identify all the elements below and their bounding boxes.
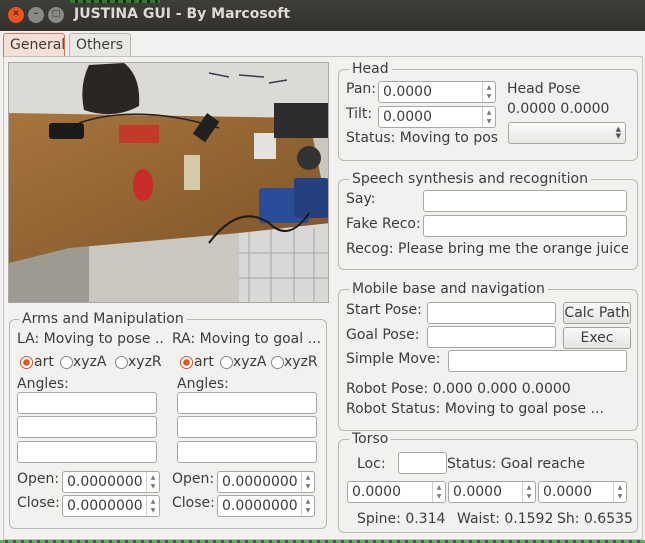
camera-view xyxy=(8,62,329,303)
right-arm-status: RA: Moving to goal ... xyxy=(172,331,321,347)
maximize-window-button[interactable]: □ xyxy=(48,7,64,23)
spin-arrows-icon[interactable]: ▲ ▼ xyxy=(146,472,159,492)
calc-path-button[interactable]: Calc Path xyxy=(563,302,631,324)
pan-label: Pan: xyxy=(346,81,376,97)
simple-move-input[interactable] xyxy=(448,350,627,372)
left-arm-radio-xyzr-label: xyzR xyxy=(128,354,162,370)
window-title: JUSTINA GUI - By Marcosoft xyxy=(74,6,291,22)
fake-reco-input[interactable] xyxy=(423,215,627,237)
torso-spin-1-value: 0.0000 xyxy=(352,484,401,500)
left-arm-open-spinbox[interactable]: 0.0000000 ▲ ▼ xyxy=(62,471,160,493)
tilt-label: Tilt: xyxy=(346,106,373,122)
robot-pose: Robot Pose: 0.000 0.000 0.0000 xyxy=(346,381,571,397)
left-arm-radio-art[interactable] xyxy=(20,356,33,369)
left-arm-open-value: 0.0000000 xyxy=(67,474,143,490)
right-arm-radio-art[interactable] xyxy=(180,356,193,369)
torso-loc-input[interactable] xyxy=(398,452,447,474)
speech-group-title: Speech synthesis and recognition xyxy=(349,171,591,187)
tab-general[interactable]: General xyxy=(3,33,65,57)
head-pose-value: 0.0000 0.0000 xyxy=(507,101,610,117)
waist-value: Waist: 0.1592 xyxy=(457,511,554,527)
torso-group-title: Torso xyxy=(349,431,392,447)
left-arm-radio-xyzr[interactable] xyxy=(115,356,128,369)
right-arm-radio-art-label: art xyxy=(194,354,214,370)
start-pose-input[interactable] xyxy=(427,302,556,324)
torso-spin-2-value: 0.0000 xyxy=(453,484,502,500)
left-arm-close-label: Close: xyxy=(17,495,60,511)
tilt-spin-arrows-icon[interactable]: ▲ ▼ xyxy=(482,107,495,127)
minimize-window-button[interactable]: – xyxy=(28,7,44,23)
left-arm-open-label: Open: xyxy=(17,471,60,487)
head-pose-combobox[interactable]: ▲ ▼ xyxy=(508,122,626,144)
robot-status: Robot Status: Moving to goal pose ... xyxy=(346,401,604,417)
title-bar-indicator xyxy=(70,0,160,3)
torso-spinbox-2[interactable]: 0.0000 ▲ ▼ xyxy=(448,481,536,503)
left-arm-angles-input-3[interactable] xyxy=(17,441,157,463)
start-pose-label: Start Pose: xyxy=(346,302,422,318)
spine-value: Spine: 0.314 xyxy=(357,511,446,527)
tab-others[interactable]: Others xyxy=(69,33,131,57)
tab-others-label: Others xyxy=(76,37,124,53)
right-arm-angles-input-3[interactable] xyxy=(177,441,317,463)
shoulder-value: Sh: 0.6535 xyxy=(557,511,633,527)
spin-arrows-icon[interactable]: ▲ ▼ xyxy=(613,482,626,502)
left-arm-close-value: 0.0000000 xyxy=(67,498,143,514)
right-arm-angles-input-2[interactable] xyxy=(177,416,317,438)
exec-path-button[interactable]: Exec Path xyxy=(563,327,631,366)
torso-status: Status: Goal reache xyxy=(447,456,585,472)
head-status: Status: Moving to pose xyxy=(346,130,498,146)
right-arm-open-value: 0.0000000 xyxy=(222,474,298,490)
spin-arrows-icon[interactable]: ▲ ▼ xyxy=(146,496,159,516)
left-arm-angles-label: Angles: xyxy=(17,376,69,392)
head-group-title: Head xyxy=(349,61,392,77)
left-arm-angles-input-2[interactable] xyxy=(17,416,157,438)
right-arm-angles-input-1[interactable] xyxy=(177,392,317,414)
tilt-spinbox[interactable]: 0.0000 ▲ ▼ xyxy=(378,106,496,128)
right-arm-radio-xyzr[interactable] xyxy=(271,356,284,369)
combobox-arrows-icon: ▲ ▼ xyxy=(615,125,621,140)
right-arm-radio-xyzr-label: xyzR xyxy=(284,354,318,370)
left-arm-radio-xyza-label: xyzA xyxy=(73,354,107,370)
recog-text: Recog: Please bring me the orange juice … xyxy=(346,241,628,257)
head-pose-label: Head Pose xyxy=(507,81,581,97)
right-arm-open-label: Open: xyxy=(172,471,215,487)
say-label: Say: xyxy=(346,191,376,207)
simple-move-label: Simple Move: xyxy=(346,351,441,367)
torso-spin-3-value: 0.0000 xyxy=(543,484,592,500)
tab-general-label: General xyxy=(10,37,66,53)
spin-arrows-icon[interactable]: ▲ ▼ xyxy=(301,496,314,516)
right-arm-angles-label: Angles: xyxy=(177,376,229,392)
right-arm-radio-xyza-label: xyzA xyxy=(233,354,267,370)
goal-pose-label: Goal Pose: xyxy=(346,327,420,343)
right-arm-close-spinbox[interactable]: 0.0000000 ▲ ▼ xyxy=(217,495,315,517)
pan-spinbox[interactable]: 0.0000 ▲ ▼ xyxy=(378,81,496,103)
right-arm-close-value: 0.0000000 xyxy=(222,498,298,514)
torso-spinbox-3[interactable]: 0.0000 ▲ ▼ xyxy=(538,481,627,503)
left-arm-close-spinbox[interactable]: 0.0000000 ▲ ▼ xyxy=(62,495,160,517)
goal-pose-input[interactable] xyxy=(427,326,556,348)
left-arm-angles-input-1[interactable] xyxy=(17,392,157,414)
mobile-base-group-title: Mobile base and navigation xyxy=(349,281,548,297)
arms-group-title: Arms and Manipulation xyxy=(19,311,187,327)
torso-spinbox-1[interactable]: 0.0000 ▲ ▼ xyxy=(347,481,446,503)
fake-reco-label: Fake Reco: xyxy=(346,216,421,232)
right-arm-radio-xyza[interactable] xyxy=(220,356,233,369)
right-arm-close-label: Close: xyxy=(172,495,215,511)
say-input[interactable] xyxy=(423,190,627,212)
right-arm-open-spinbox[interactable]: 0.0000000 ▲ ▼ xyxy=(217,471,315,493)
spin-arrows-icon[interactable]: ▲ ▼ xyxy=(432,482,445,502)
close-window-button[interactable]: ✕ xyxy=(8,7,24,23)
torso-loc-label: Loc: xyxy=(357,456,386,472)
pan-spin-arrows-icon[interactable]: ▲ ▼ xyxy=(482,82,495,102)
spin-arrows-icon[interactable]: ▲ ▼ xyxy=(522,482,535,502)
left-arm-radio-xyza[interactable] xyxy=(60,356,73,369)
tilt-value: 0.0000 xyxy=(383,109,432,125)
spin-arrows-icon[interactable]: ▲ ▼ xyxy=(301,472,314,492)
pan-value: 0.0000 xyxy=(383,84,432,100)
camera-image xyxy=(9,63,328,302)
left-arm-radio-art-label: art xyxy=(34,354,54,370)
left-arm-status: LA: Moving to pose .. xyxy=(17,331,164,347)
